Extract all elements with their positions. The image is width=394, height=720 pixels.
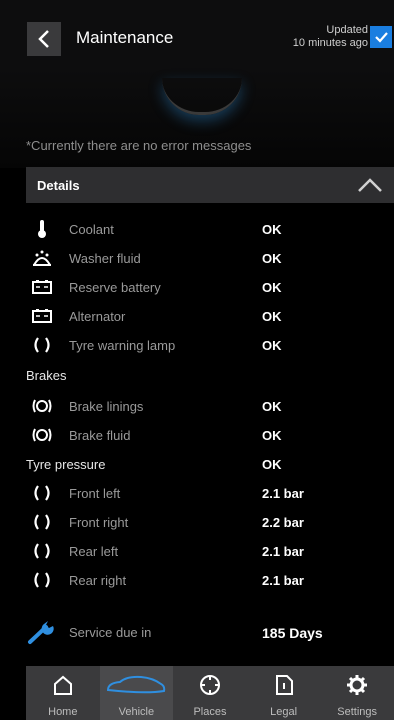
item-value: OK xyxy=(262,280,282,295)
item-label: Brake linings xyxy=(69,399,144,414)
item-label: Service due in xyxy=(69,625,152,640)
brake-icon xyxy=(30,396,54,416)
page-title: Maintenance xyxy=(76,28,174,47)
list-item-brake-fluid: Brake fluid OK xyxy=(26,421,394,449)
thermometer-icon xyxy=(30,219,54,239)
list-item-rear-left: Rear left 2.1 bar xyxy=(26,537,394,565)
updated-time: 10 minutes ago xyxy=(292,37,368,49)
battery-icon xyxy=(30,277,54,297)
list-item-brake-linings: Brake linings OK xyxy=(26,392,394,420)
chevron-left-icon xyxy=(38,30,49,48)
item-value: OK xyxy=(262,399,282,414)
list-item-front-left: Front left 2.1 bar xyxy=(26,479,394,507)
bottom-nav: Home Vehicle Places Legal Settings xyxy=(26,666,394,720)
item-label: Rear right xyxy=(69,573,127,588)
item-value: 185 Days xyxy=(262,625,323,641)
item-value: OK xyxy=(262,251,282,266)
gear-icon xyxy=(347,675,368,695)
item-value: 2.2 bar xyxy=(262,515,304,530)
alternator-icon xyxy=(30,306,54,326)
nav-item-legal[interactable]: Legal xyxy=(247,666,321,720)
list-item-tyre-warning-lamp: Tyre warning lamp OK xyxy=(26,331,394,359)
list-item-coolant: Coolant OK xyxy=(26,215,394,243)
nav-label: Vehicle xyxy=(118,706,155,718)
nav-label: Settings xyxy=(337,706,378,718)
item-label: Front left xyxy=(69,486,121,501)
item-value: 2.1 bar xyxy=(262,573,304,588)
home-icon xyxy=(53,675,72,695)
item-value: 2.1 bar xyxy=(262,544,304,559)
document-icon xyxy=(275,675,293,695)
error-message: *Currently there are no error messages xyxy=(26,138,252,153)
nav-label: Places xyxy=(193,706,227,718)
checkmark-icon xyxy=(375,32,388,43)
tyre-icon xyxy=(30,483,54,503)
nav-label: Home xyxy=(48,706,78,718)
tyre-icon xyxy=(30,541,54,561)
item-label: Reserve battery xyxy=(69,280,161,295)
list-item-alternator: Alternator OK xyxy=(26,302,394,330)
tyre-icon xyxy=(30,512,54,532)
nav-label: Legal xyxy=(270,706,298,718)
nav-item-places[interactable]: Places xyxy=(173,666,247,720)
list-item-reserve-battery: Reserve battery OK xyxy=(26,273,394,301)
car-silhouette xyxy=(162,78,242,115)
item-value: OK xyxy=(262,309,282,324)
item-label: Washer fluid xyxy=(69,251,141,266)
updated-status: Updated 10 minutes ago xyxy=(293,24,368,50)
item-label: Rear left xyxy=(69,544,119,559)
nav-item-home[interactable]: Home xyxy=(26,666,100,720)
item-label: Coolant xyxy=(69,222,114,237)
nav-item-vehicle[interactable]: Vehicle xyxy=(99,666,174,720)
item-value: OK xyxy=(262,222,282,237)
list-item-front-right: Front right 2.2 bar xyxy=(26,508,394,536)
tyre-warning-icon xyxy=(30,335,54,355)
list-item-service: Service due in 185 Days xyxy=(26,616,394,648)
section-heading-brakes: Brakes xyxy=(26,368,66,383)
tyre-icon xyxy=(30,570,54,590)
item-label: Front right xyxy=(69,515,129,530)
details-header[interactable]: Details xyxy=(26,167,394,203)
item-value: 2.1 bar xyxy=(262,486,304,501)
brake-icon xyxy=(30,425,54,445)
vehicle-image xyxy=(0,68,394,168)
item-label: Brake fluid xyxy=(69,428,131,443)
item-label: Tyre warning lamp xyxy=(69,338,176,353)
section-heading-tyre-pressure: Tyre pressure OK xyxy=(26,457,394,472)
washer-fluid-icon xyxy=(30,248,54,268)
details-label: Details xyxy=(37,178,80,193)
updated-label: Updated xyxy=(326,24,368,36)
back-button[interactable] xyxy=(27,22,61,56)
wrench-icon xyxy=(26,618,56,646)
item-value: OK xyxy=(262,338,282,353)
checkbox-checked[interactable] xyxy=(370,26,392,48)
item-value: OK xyxy=(262,428,282,443)
car-icon xyxy=(107,675,166,694)
list-item-washer-fluid: Washer fluid OK xyxy=(26,244,394,272)
section-label: Brakes xyxy=(26,368,67,383)
item-label: Alternator xyxy=(69,309,126,324)
chevron-up-icon[interactable] xyxy=(356,175,384,195)
list-item-rear-right: Rear right 2.1 bar xyxy=(26,566,394,594)
nav-item-settings[interactable]: Settings xyxy=(320,666,394,720)
compass-icon xyxy=(199,675,220,695)
section-label: Tyre pressure xyxy=(26,457,106,472)
app-header: Maintenance Updated 10 minutes ago xyxy=(0,0,394,68)
section-value: OK xyxy=(262,457,282,472)
